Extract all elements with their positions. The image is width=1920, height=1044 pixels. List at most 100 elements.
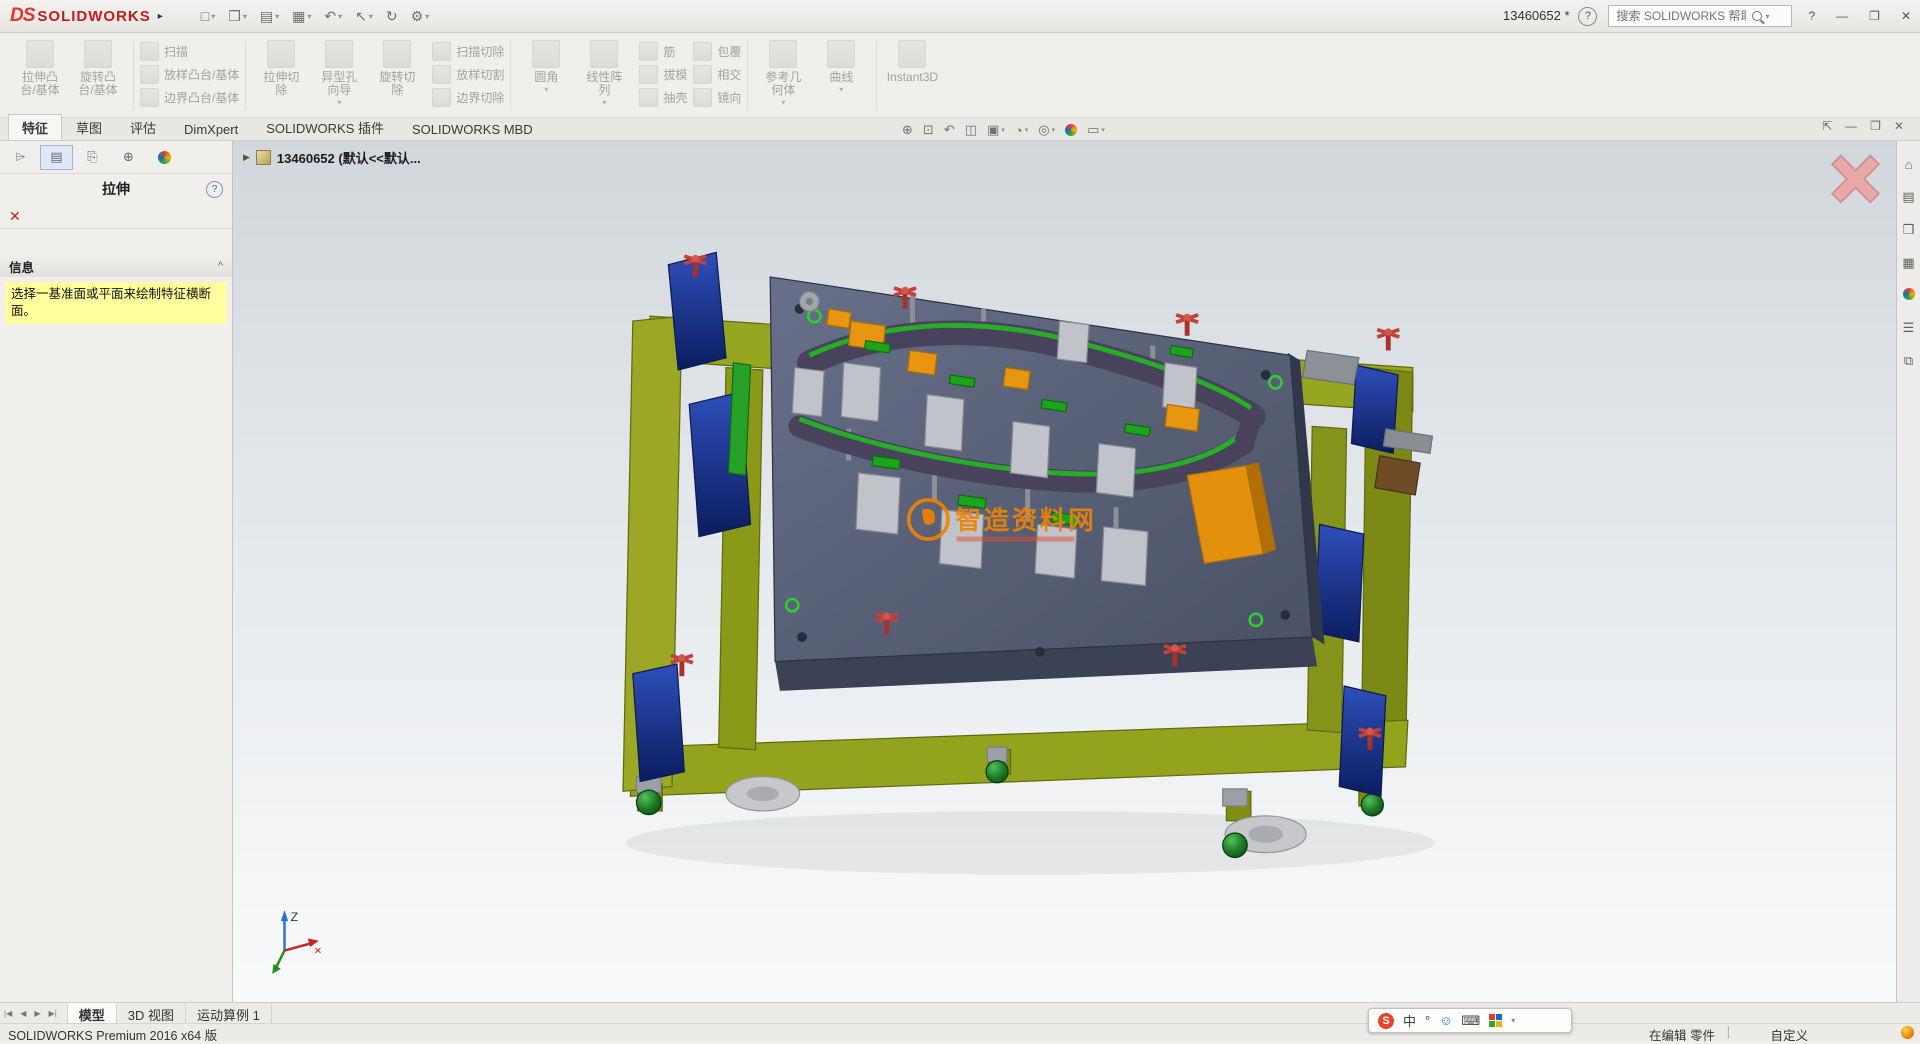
- view-palette-icon[interactable]: ▦: [1902, 255, 1914, 271]
- ribbon-button-mirror[interactable]: 镜向: [693, 87, 741, 107]
- ime-more-icon[interactable]: ▾: [1511, 1016, 1515, 1025]
- tree-expand-icon[interactable]: ▶: [243, 152, 250, 163]
- display-style-icon[interactable]: ◔▾: [1015, 123, 1028, 138]
- ribbon-button-sweep-cut[interactable]: 扫描切除: [432, 41, 504, 61]
- appearances-icon[interactable]: [1903, 288, 1915, 303]
- tab-model[interactable]: 模型: [67, 1003, 117, 1023]
- doc-close-icon[interactable]: ✕: [1894, 119, 1904, 133]
- ribbon-button-revolve-cut[interactable]: 旋转切 除: [368, 36, 426, 97]
- help-button[interactable]: ?: [1803, 9, 1820, 23]
- ime-keyboard-icon[interactable]: ⌨: [1462, 1013, 1481, 1029]
- minimize-button[interactable]: —: [1831, 9, 1853, 23]
- ribbon-group-cut-extra: 扫描切除 放样切割 边界切除: [429, 34, 507, 117]
- ribbon-button-revolve-boss[interactable]: 旋转凸 台/基体: [69, 36, 127, 97]
- ribbon-button-intersect[interactable]: 相交: [693, 64, 741, 84]
- ribbon-button-loft-cut[interactable]: 放样切割: [432, 64, 504, 84]
- ime-language-toggle[interactable]: 中: [1403, 1011, 1416, 1030]
- tab-motion-study[interactable]: 运动算例 1: [186, 1003, 272, 1023]
- ribbon-button-extrude-boss[interactable]: 拉伸凸 台/基体: [11, 36, 69, 97]
- open-document-button[interactable]: ❒▾: [226, 6, 249, 27]
- dimxpertmanager-tab[interactable]: ⊕: [112, 145, 145, 170]
- tab-3d-views[interactable]: 3D 视图: [117, 1003, 186, 1023]
- view-orientation-icon[interactable]: ▣▾: [987, 122, 1005, 138]
- customize-label[interactable]: 自定义: [1770, 1025, 1808, 1044]
- search-dropdown-icon[interactable]: ▾: [1765, 12, 1769, 21]
- command-manager-ribbon: 拉伸凸 台/基体 旋转凸 台/基体 扫描 放样凸台/基体 边界凸台/基体 拉伸切…: [0, 32, 1920, 118]
- ribbon-button-loft-boss[interactable]: 放样凸台/基体: [140, 64, 239, 84]
- previous-view-icon[interactable]: ↶: [944, 122, 955, 138]
- restore-button[interactable]: ❐: [1864, 9, 1885, 23]
- ribbon-button-instant3d[interactable]: Instant3D: [883, 36, 941, 84]
- propertymanager-tab[interactable]: ▤: [40, 145, 73, 170]
- ime-toolbox-icon[interactable]: [1489, 1014, 1502, 1027]
- cancel-confirmation-button[interactable]: [1832, 156, 1879, 203]
- tab-sketch[interactable]: 草图: [62, 114, 116, 140]
- ribbon-button-shell[interactable]: 抽壳: [639, 87, 687, 107]
- ribbon-button-wrap[interactable]: 包覆: [693, 41, 741, 61]
- section-view-icon[interactable]: ◫: [965, 122, 977, 138]
- menu-flyout-icon[interactable]: ▸: [158, 11, 163, 22]
- featuremanager-tree-tab[interactable]: ⌲: [4, 145, 37, 170]
- zoom-area-icon[interactable]: ⊡: [923, 122, 934, 138]
- help-circle-icon[interactable]: ?: [1578, 7, 1597, 26]
- displaymanager-tab[interactable]: [148, 145, 181, 170]
- collapse-chevron-icon[interactable]: ^: [218, 260, 223, 272]
- tab-features[interactable]: 特征: [8, 114, 62, 140]
- ribbon-button-sweep[interactable]: 扫描: [140, 41, 188, 61]
- tab-dimxpert[interactable]: DimXpert: [170, 118, 252, 140]
- hide-show-items-icon[interactable]: ◎▾: [1038, 122, 1055, 138]
- ribbon-button-linear-pattern[interactable]: 线性阵 列: [575, 36, 633, 107]
- ime-emoji-icon[interactable]: ☺: [1439, 1013, 1452, 1028]
- print-button[interactable]: ▦▾: [290, 6, 313, 27]
- design-library-icon[interactable]: ▤: [1902, 189, 1914, 205]
- sogou-input-icon[interactable]: S: [1378, 1013, 1394, 1029]
- close-button[interactable]: ✕: [1896, 9, 1916, 23]
- doc-restore-icon[interactable]: ❐: [1870, 119, 1881, 133]
- ribbon-button-reference-geometry[interactable]: 参考几 何体: [754, 36, 812, 107]
- connection-globe-icon[interactable]: [1901, 1026, 1914, 1039]
- edit-appearance-icon[interactable]: [1065, 124, 1077, 136]
- tab-solidworks-addins[interactable]: SOLIDWORKS 插件: [252, 114, 398, 140]
- home-icon[interactable]: ⌂: [1905, 157, 1913, 172]
- options-button[interactable]: ⚙▾: [409, 6, 432, 27]
- save-button[interactable]: ▤▾: [258, 6, 281, 27]
- 3d-model[interactable]: 智造资料网 Z ✕: [233, 141, 1896, 1002]
- ribbon-button-fillet[interactable]: 圆角: [517, 36, 575, 94]
- ribbon-button-extrude-cut[interactable]: 拉伸切 除: [252, 36, 310, 97]
- solidworks-logo[interactable]: DS SOLIDWORKS ▸: [0, 5, 173, 27]
- custom-properties-icon[interactable]: ☰: [1903, 320, 1915, 336]
- prev-tab-button[interactable]: ◀: [16, 1009, 30, 1018]
- ribbon-button-curves[interactable]: 曲线: [812, 36, 870, 94]
- view-settings-icon[interactable]: ▭▾: [1087, 122, 1105, 138]
- ribbon-button-hole-wizard[interactable]: 异型孔 向导: [310, 36, 368, 107]
- undo-button[interactable]: ↶▾: [322, 6, 344, 27]
- ribbon-button-boundary-boss[interactable]: 边界凸台/基体: [140, 87, 239, 107]
- select-button[interactable]: ↖▾: [353, 6, 375, 27]
- ime-punctuation-toggle[interactable]: °: [1425, 1013, 1430, 1028]
- ribbon-button-draft[interactable]: 拔模: [639, 64, 687, 84]
- ribbon-button-boundary-cut[interactable]: 边界切除: [432, 87, 504, 107]
- search-box[interactable]: ▾: [1608, 5, 1792, 27]
- document-title: 13460652 *: [1503, 8, 1570, 23]
- tab-solidworks-mbd[interactable]: SOLIDWORKS MBD: [398, 118, 547, 140]
- configurationmanager-tab[interactable]: ⎘: [76, 145, 109, 170]
- info-group-header[interactable]: 信息 ^: [0, 255, 232, 277]
- property-manager-help-icon[interactable]: ?: [206, 181, 223, 198]
- last-tab-button[interactable]: ▶|: [45, 1009, 61, 1018]
- property-manager-cancel-button[interactable]: ✕: [9, 208, 21, 225]
- flyout-feature-tree-root[interactable]: ▶ 13460652 (默认<<默认...: [243, 148, 421, 167]
- new-document-button[interactable]: □▾: [199, 6, 217, 26]
- file-explorer-icon[interactable]: ❒: [1903, 222, 1915, 238]
- search-input[interactable]: [1614, 8, 1748, 24]
- graphics-viewport[interactable]: ▶ 13460652 (默认<<默认...: [233, 141, 1896, 1002]
- first-tab-button[interactable]: |◀: [0, 1009, 16, 1018]
- zoom-fit-icon[interactable]: ⊕: [902, 122, 913, 138]
- tab-evaluate[interactable]: 评估: [116, 114, 170, 140]
- search-icon[interactable]: [1752, 11, 1762, 21]
- forum-icon[interactable]: ⧉: [1904, 353, 1913, 369]
- doc-minimize-icon[interactable]: —: [1845, 119, 1857, 133]
- next-tab-button[interactable]: ▶: [30, 1009, 44, 1018]
- doc-dock-icon[interactable]: ⇱: [1822, 119, 1832, 133]
- rebuild-button[interactable]: ↻: [384, 6, 400, 27]
- ribbon-button-rib[interactable]: 筋: [639, 41, 675, 61]
